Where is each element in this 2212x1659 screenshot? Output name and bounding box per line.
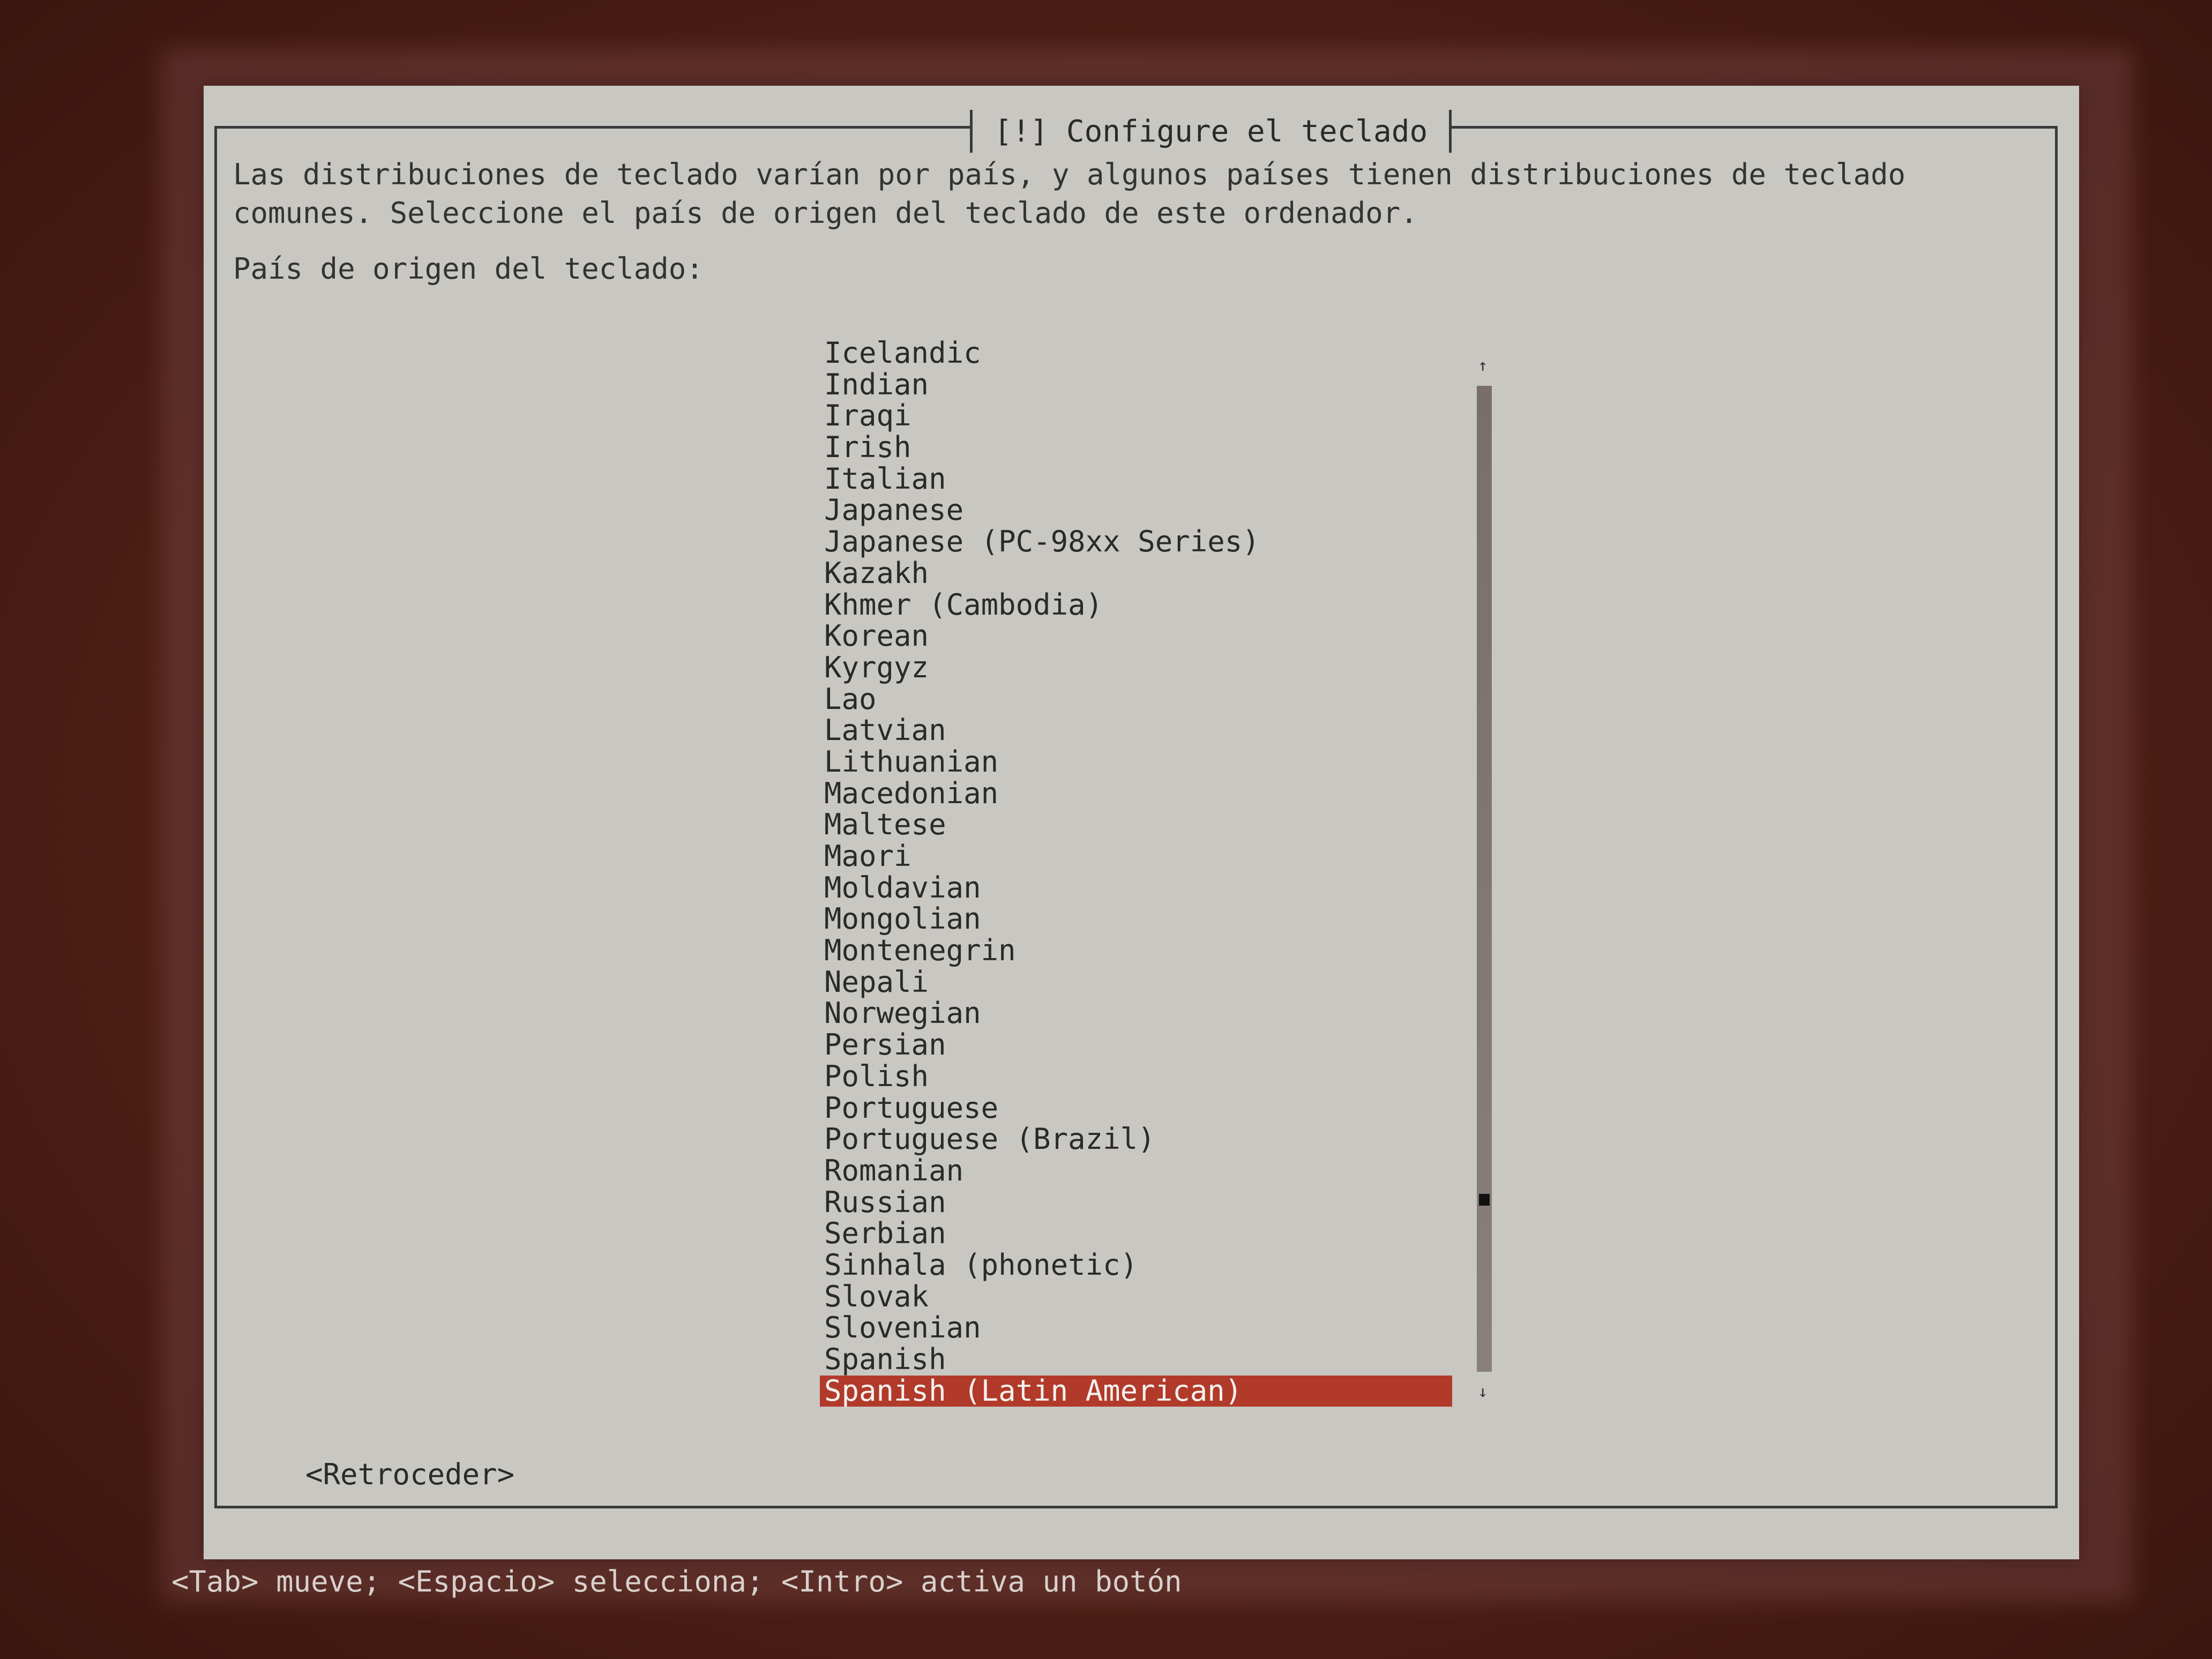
list-item[interactable]: Norwegian [820, 998, 1452, 1029]
list-item[interactable]: Kazakh [820, 557, 1452, 589]
dialog-description: Las distribuciones de teclado varían por… [233, 158, 1923, 230]
list-item[interactable]: Indian [820, 369, 1452, 401]
list-item[interactable]: Korean [820, 620, 1452, 652]
list-item[interactable]: Icelandic [820, 337, 1452, 369]
list-item[interactable]: Khmer (Cambodia) [820, 589, 1452, 621]
keyboard-origin-prompt: País de origen del teclado: [233, 252, 704, 286]
list-item[interactable]: Montenegrin [820, 935, 1452, 967]
dialog-title: [!] Configure el teclado [970, 110, 1452, 153]
keyboard-country-list[interactable]: Icelandic Indian Iraqi Irish Italian Japanese… [820, 337, 1452, 1407]
list-item[interactable]: Maori [820, 840, 1452, 872]
list-item[interactable]: Serbian [820, 1218, 1452, 1250]
scrollbar-thumb[interactable] [1479, 1194, 1490, 1206]
list-item[interactable]: Spanish [820, 1343, 1452, 1376]
list-item[interactable]: Spanish (Latin American) [820, 1375, 1452, 1407]
list-item[interactable]: Japanese [820, 495, 1452, 526]
list-item[interactable]: Persian [820, 1029, 1452, 1061]
list-item[interactable]: Sinhala (phonetic) [820, 1249, 1452, 1281]
list-item[interactable]: Irish [820, 431, 1452, 464]
list-item[interactable]: Portuguese [820, 1092, 1452, 1124]
list-item[interactable]: Japanese (PC-98xx Series) [820, 526, 1452, 558]
list-item[interactable]: Slovak [820, 1281, 1452, 1313]
keyboard-help-line: <Tab> mueve; <Espacio> selecciona; <Intr… [171, 1565, 1182, 1598]
list-item[interactable]: Lithuanian [820, 746, 1452, 778]
back-button[interactable]: <Retroceder> [305, 1458, 514, 1491]
list-item[interactable]: Moldavian [820, 872, 1452, 904]
list-item[interactable]: Portuguese (Brazil) [820, 1123, 1452, 1155]
list-item[interactable]: Mongolian [820, 903, 1452, 935]
scroll-up-arrow-icon[interactable]: ↑ [1478, 356, 1488, 375]
list-item[interactable]: Macedonian [820, 778, 1452, 810]
list-item[interactable]: Italian [820, 463, 1452, 495]
list-item[interactable]: Lao [820, 683, 1452, 715]
list-item[interactable]: Polish [820, 1060, 1452, 1093]
list-item[interactable]: Slovenian [820, 1312, 1452, 1344]
list-item[interactable]: Iraqi [820, 400, 1452, 432]
list-item[interactable]: Maltese [820, 809, 1452, 841]
list-item[interactable]: Nepali [820, 966, 1452, 998]
list-item[interactable]: Latvian [820, 715, 1452, 746]
list-item[interactable]: Kyrgyz [820, 652, 1452, 684]
list-item[interactable]: Romanian [820, 1155, 1452, 1187]
scroll-down-arrow-icon[interactable]: ↓ [1478, 1382, 1488, 1401]
list-item[interactable]: Russian [820, 1186, 1452, 1219]
configure-keyboard-dialog: [!] Configure el teclado Las distribucio… [204, 86, 2079, 1559]
scrollbar-track[interactable] [1477, 386, 1492, 1372]
